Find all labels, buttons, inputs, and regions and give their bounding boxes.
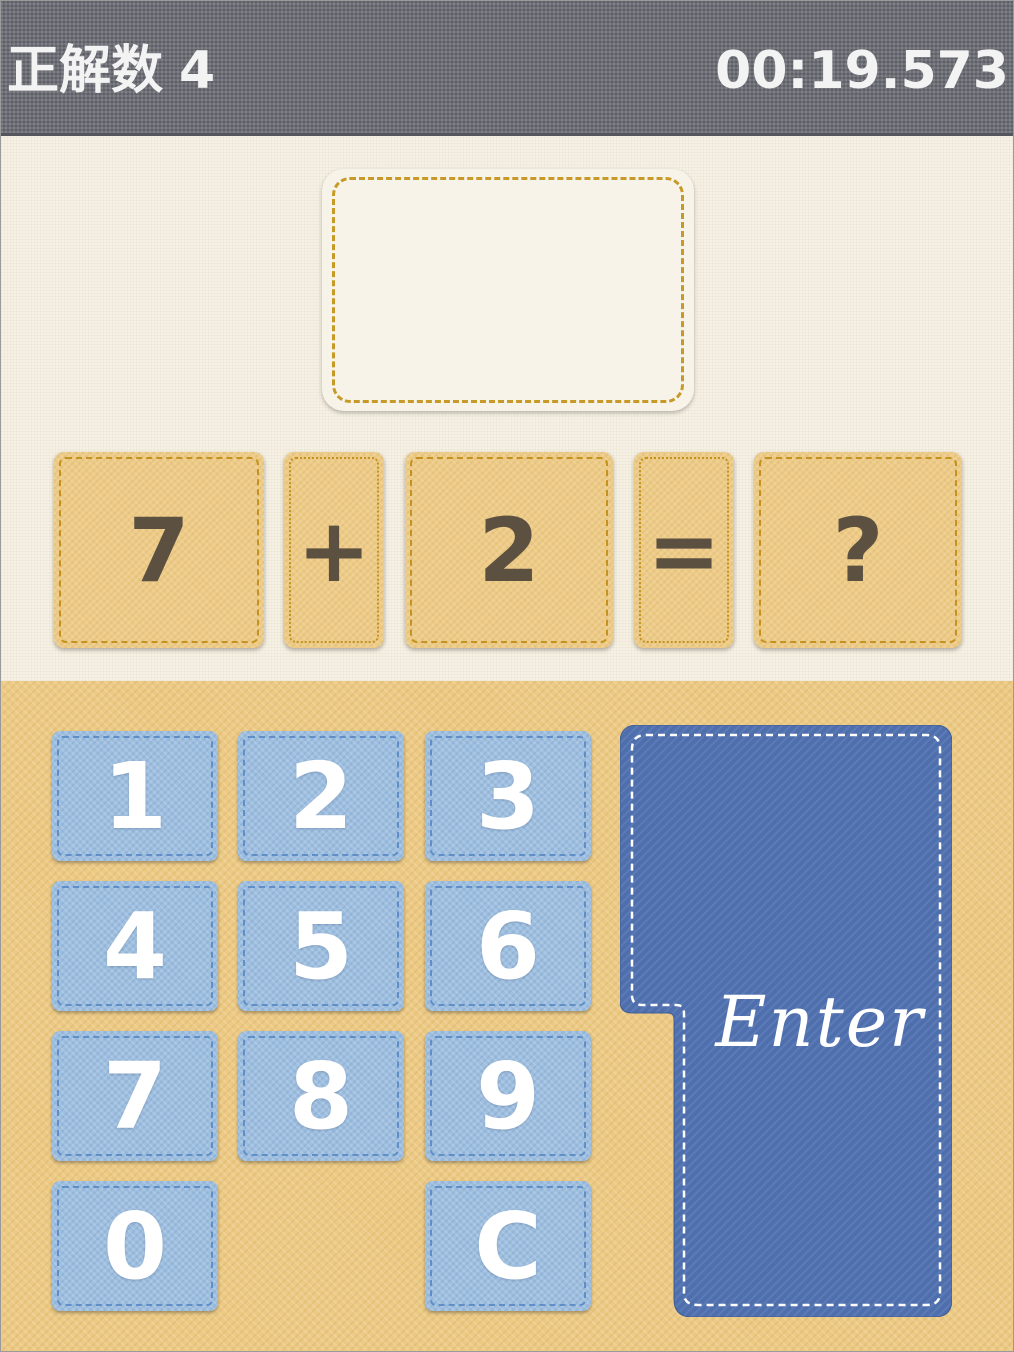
answer-box [322, 169, 694, 411]
equation-operand-2: 2 [405, 452, 613, 648]
enter-label: Enter [715, 981, 925, 1063]
key-2-button[interactable]: 2 [238, 731, 404, 861]
key-9-button[interactable]: 9 [425, 1031, 591, 1161]
key-0-button[interactable]: 0 [52, 1181, 218, 1311]
key-6-button[interactable]: 6 [425, 881, 591, 1011]
header-bar: 正解数 4 00:19.573 [1, 1, 1013, 136]
key-1-button[interactable]: 1 [52, 731, 218, 861]
score-label: 正解数 [7, 41, 164, 101]
key-6-label: 6 [475, 892, 540, 1000]
key-7-button[interactable]: 7 [52, 1031, 218, 1161]
equation-operator-text: + [297, 498, 371, 602]
timer-display: 00:19.573 [715, 41, 1009, 101]
equation-operand-2-text: 2 [478, 498, 540, 602]
score-value: 4 [179, 41, 216, 101]
key-4-button[interactable]: 4 [52, 881, 218, 1011]
clear-button[interactable]: C [425, 1181, 591, 1311]
key-7-label: 7 [102, 1042, 167, 1150]
key-5-button[interactable]: 5 [238, 881, 404, 1011]
game-screen: 正解数4 00:19.573 7 + 2 = ? 1 2 3 4 5 6 7 [0, 0, 1014, 1352]
equation-operand-1-text: 7 [128, 498, 190, 602]
key-5-label: 5 [288, 892, 353, 1000]
key-8-label: 8 [288, 1042, 353, 1150]
key-8-button[interactable]: 8 [238, 1031, 404, 1161]
key-3-label: 3 [475, 742, 540, 850]
key-9-label: 9 [475, 1042, 540, 1150]
key-2-label: 2 [288, 742, 353, 850]
key-4-label: 4 [102, 892, 167, 1000]
score-display: 正解数 4 [7, 39, 215, 103]
key-0-label: 0 [102, 1192, 167, 1300]
clear-label: C [474, 1192, 542, 1300]
answer-text [322, 169, 694, 411]
key-3-button[interactable]: 3 [425, 731, 591, 861]
equation-result: ? [754, 452, 962, 648]
equation-result-text: ? [832, 498, 884, 602]
key-1-label: 1 [102, 742, 167, 850]
equation-operator: + [284, 452, 384, 648]
enter-button[interactable]: Enter [620, 725, 952, 1317]
equation-equals-text: = [647, 498, 721, 602]
equation-equals: = [634, 452, 734, 648]
equation-operand-1: 7 [54, 452, 264, 648]
